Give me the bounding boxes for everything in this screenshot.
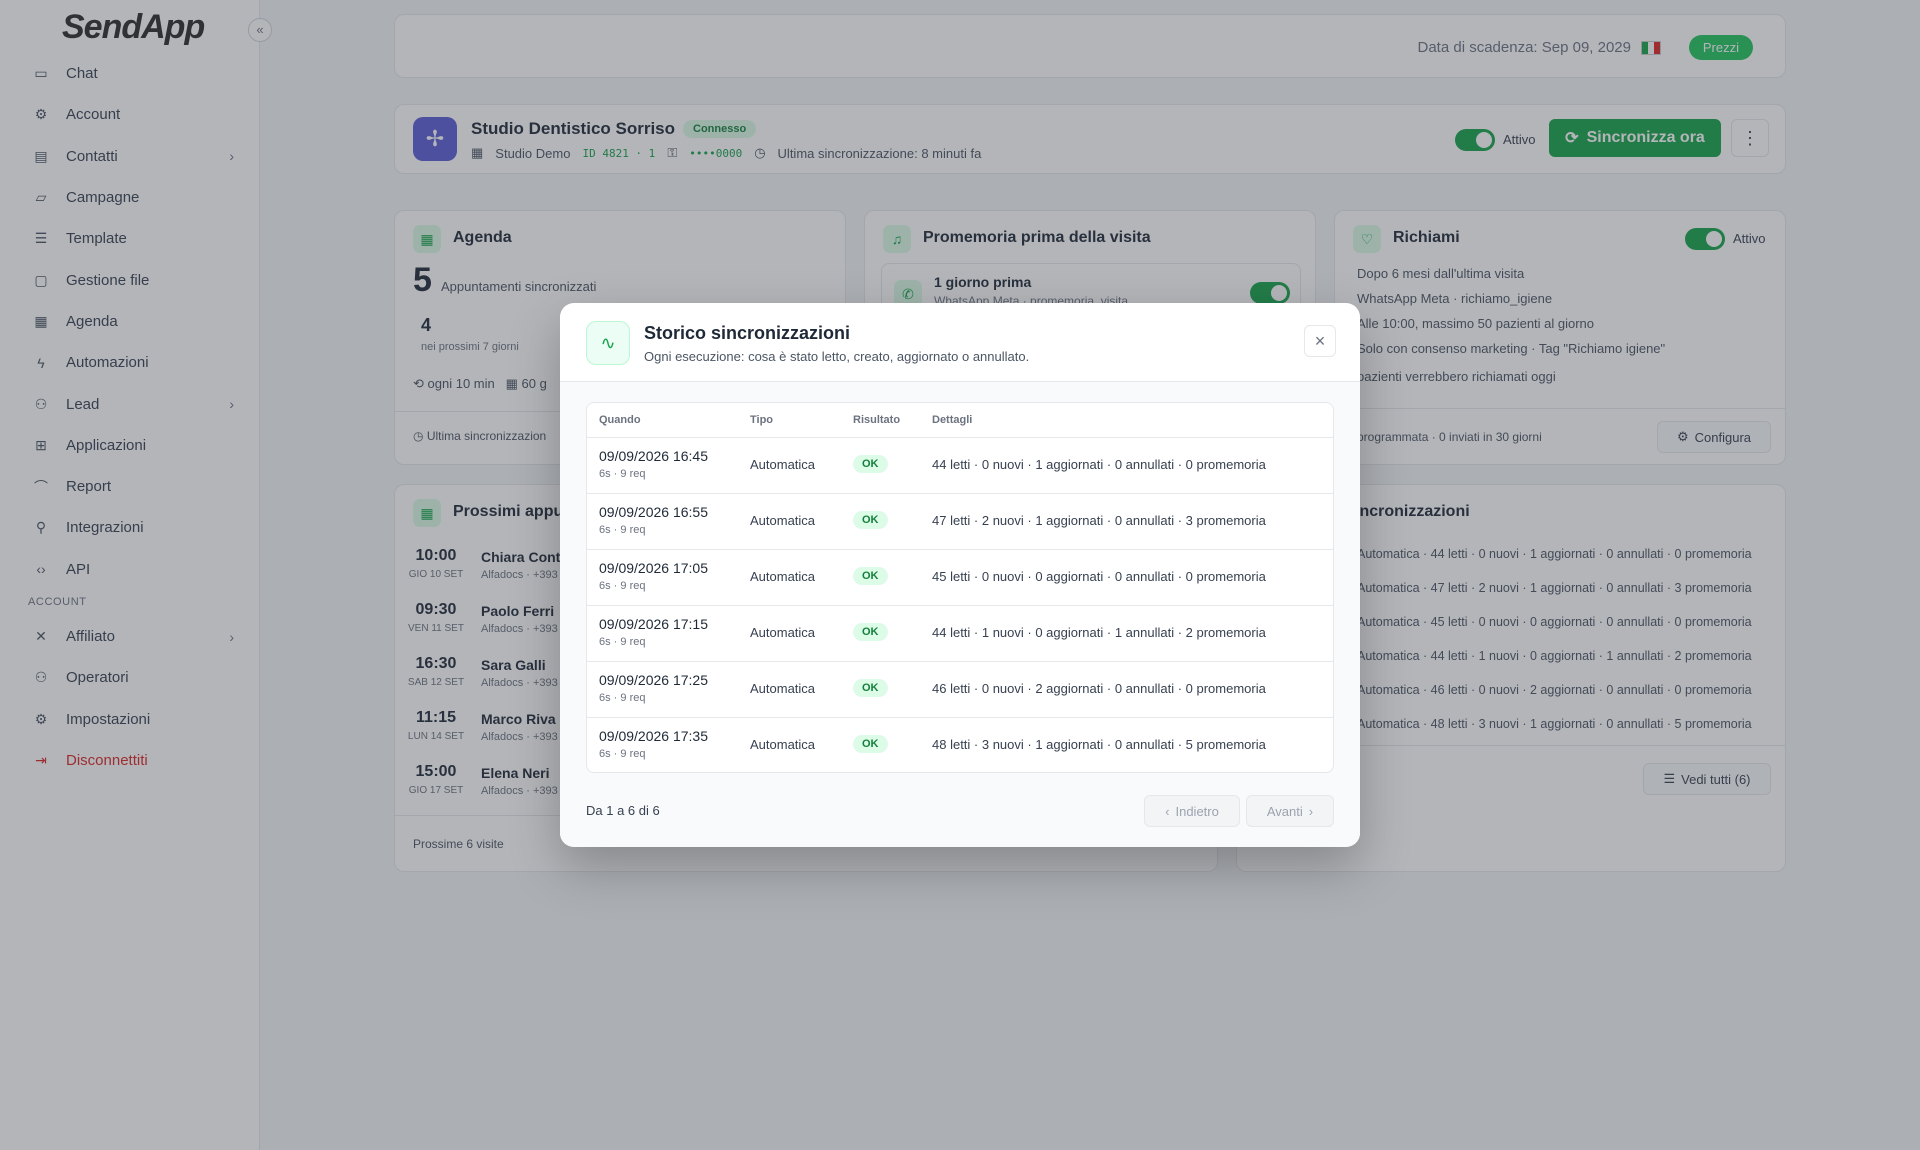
activity-icon: ∿: [586, 321, 630, 365]
next-page-button[interactable]: Avanti ›: [1246, 795, 1334, 827]
column-header-quando: Quando: [599, 414, 641, 426]
column-header-tipo: Tipo: [750, 414, 774, 426]
sync-history-table: Quando Tipo Risultato Dettagli 09/09/202…: [586, 402, 1334, 773]
status-badge: OK: [853, 511, 888, 529]
status-badge: OK: [853, 679, 888, 697]
table-row[interactable]: 09/09/2026 17:15 6s · 9 req Automatica OK 44…: [587, 606, 1333, 662]
column-header-risultato: Risultato: [853, 414, 901, 426]
chevron-left-icon: ‹: [1165, 803, 1170, 819]
table-row[interactable]: 09/09/2026 16:55 6s · 9 req Automatica OK 47…: [587, 494, 1333, 550]
sync-history-modal: ∿ Storico sincronizzazioni Ogni esecuzio…: [560, 303, 1360, 847]
modal-subtitle: Ogni esecuzione: cosa è stato letto, cre…: [644, 349, 1030, 364]
modal-title: Storico sincronizzazioni: [644, 323, 851, 343]
table-row[interactable]: 09/09/2026 17:35 6s · 9 req Automatica OK 48…: [587, 718, 1333, 772]
previous-page-button[interactable]: ‹ Indietro: [1144, 795, 1240, 827]
status-badge: OK: [853, 455, 888, 473]
table-row[interactable]: 09/09/2026 17:25 6s · 9 req Automatica OK 46…: [587, 662, 1333, 718]
status-badge: OK: [853, 735, 888, 753]
column-header-dettagli: Dettagli: [932, 414, 973, 426]
table-row[interactable]: 09/09/2026 16:45 6s · 9 req Automatica OK 44…: [587, 438, 1333, 494]
status-badge: OK: [853, 623, 888, 641]
chevron-right-icon: ›: [1308, 803, 1314, 819]
table-row[interactable]: 09/09/2026 17:05 6s · 9 req Automatica OK 45…: [587, 550, 1333, 606]
status-badge: OK: [853, 567, 888, 585]
pagination-range: Da 1 a 6 di 6: [586, 803, 660, 818]
close-icon[interactable]: ×: [1304, 325, 1336, 357]
